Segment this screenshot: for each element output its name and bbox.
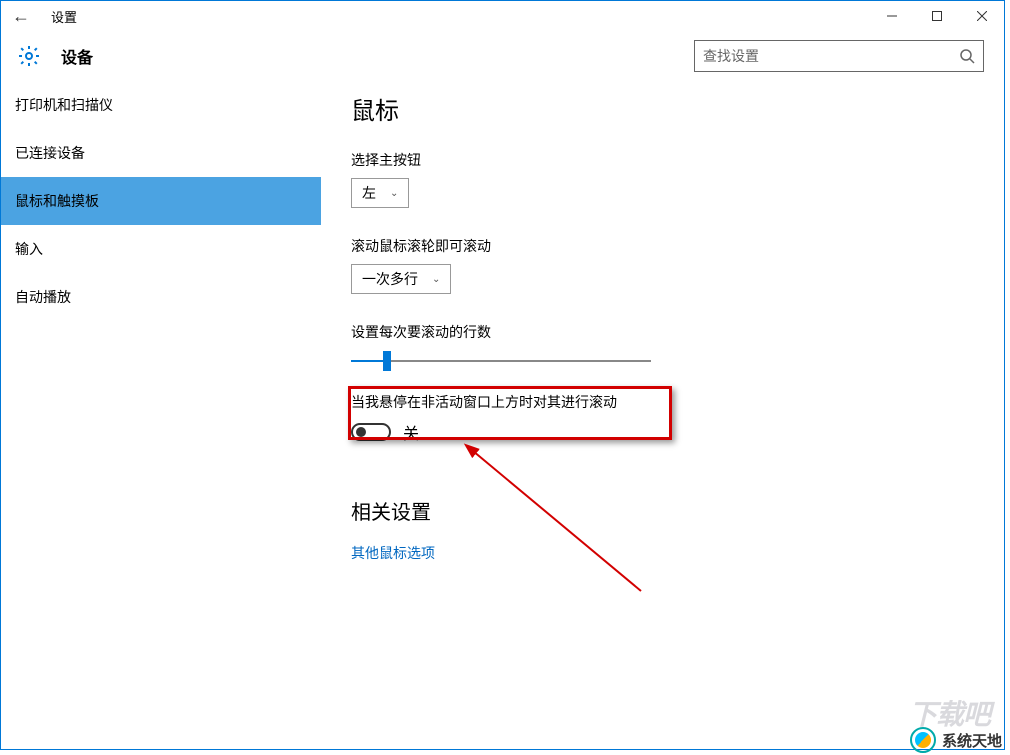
scroll-mode-label: 滚动鼠标滚轮即可滚动: [351, 236, 984, 256]
maximize-button[interactable]: [914, 1, 959, 31]
select-value: 左: [362, 183, 376, 203]
titlebar: ← 设置: [1, 1, 1004, 31]
other-mouse-options-link[interactable]: 其他鼠标选项: [351, 543, 984, 563]
primary-button-label: 选择主按钮: [351, 150, 984, 170]
toggle-state: 关: [403, 420, 419, 444]
sidebar: 打印机和扫描仪 已连接设备 鼠标和触摸板 输入 自动播放: [1, 81, 321, 749]
watermark-text: 系统天地: [942, 730, 1002, 751]
header: 设备 查找设置: [1, 31, 1004, 81]
slider-fill: [351, 360, 387, 362]
globe-icon: [910, 727, 936, 753]
lines-label: 设置每次要滚动的行数: [351, 322, 984, 342]
toggle-knob: [356, 427, 366, 437]
chevron-down-icon: ⌄: [432, 274, 440, 285]
settings-window: ← 设置 设备 查找设置 打印机和扫描仪 已连接设备 鼠标和触摸板 输入 自动播…: [0, 0, 1005, 750]
sidebar-item-mouse-touchpad[interactable]: 鼠标和触摸板: [1, 177, 321, 225]
sidebar-item-label: 自动播放: [15, 287, 71, 307]
back-button[interactable]: ←: [1, 6, 41, 27]
gear-icon: [17, 44, 41, 68]
primary-button-select[interactable]: 左 ⌄: [351, 178, 409, 208]
sidebar-item-typing[interactable]: 输入: [1, 225, 321, 273]
search-icon: [959, 48, 975, 64]
search-input[interactable]: 查找设置: [694, 40, 984, 72]
sidebar-item-autoplay[interactable]: 自动播放: [1, 273, 321, 321]
slider-thumb[interactable]: [383, 351, 391, 371]
hover-scroll-toggle[interactable]: [351, 423, 391, 441]
minimize-button[interactable]: [869, 1, 914, 31]
section-title: 设备: [61, 44, 93, 68]
chevron-down-icon: ⌄: [390, 188, 398, 199]
sidebar-item-label: 鼠标和触摸板: [15, 191, 99, 211]
sidebar-item-printers[interactable]: 打印机和扫描仪: [1, 81, 321, 129]
lines-slider[interactable]: [351, 360, 651, 362]
related-heading: 相关设置: [351, 496, 984, 525]
hover-scroll-label: 当我悬停在非活动窗口上方时对其进行滚动: [351, 392, 984, 412]
search-placeholder: 查找设置: [703, 46, 959, 66]
sidebar-item-label: 打印机和扫描仪: [15, 95, 113, 115]
select-value: 一次多行: [362, 269, 418, 289]
scroll-mode-select[interactable]: 一次多行 ⌄: [351, 264, 451, 294]
watermark-logo: 系统天地: [910, 727, 1002, 753]
sidebar-item-connected-devices[interactable]: 已连接设备: [1, 129, 321, 177]
window-title: 设置: [51, 7, 77, 26]
sidebar-item-label: 输入: [15, 239, 43, 259]
main-content: 鼠标 选择主按钮 左 ⌄ 滚动鼠标滚轮即可滚动 一次多行 ⌄ 设置每次要滚动的行…: [321, 81, 1004, 749]
close-button[interactable]: [959, 1, 1004, 31]
page-title: 鼠标: [351, 91, 984, 126]
sidebar-item-label: 已连接设备: [15, 143, 85, 163]
